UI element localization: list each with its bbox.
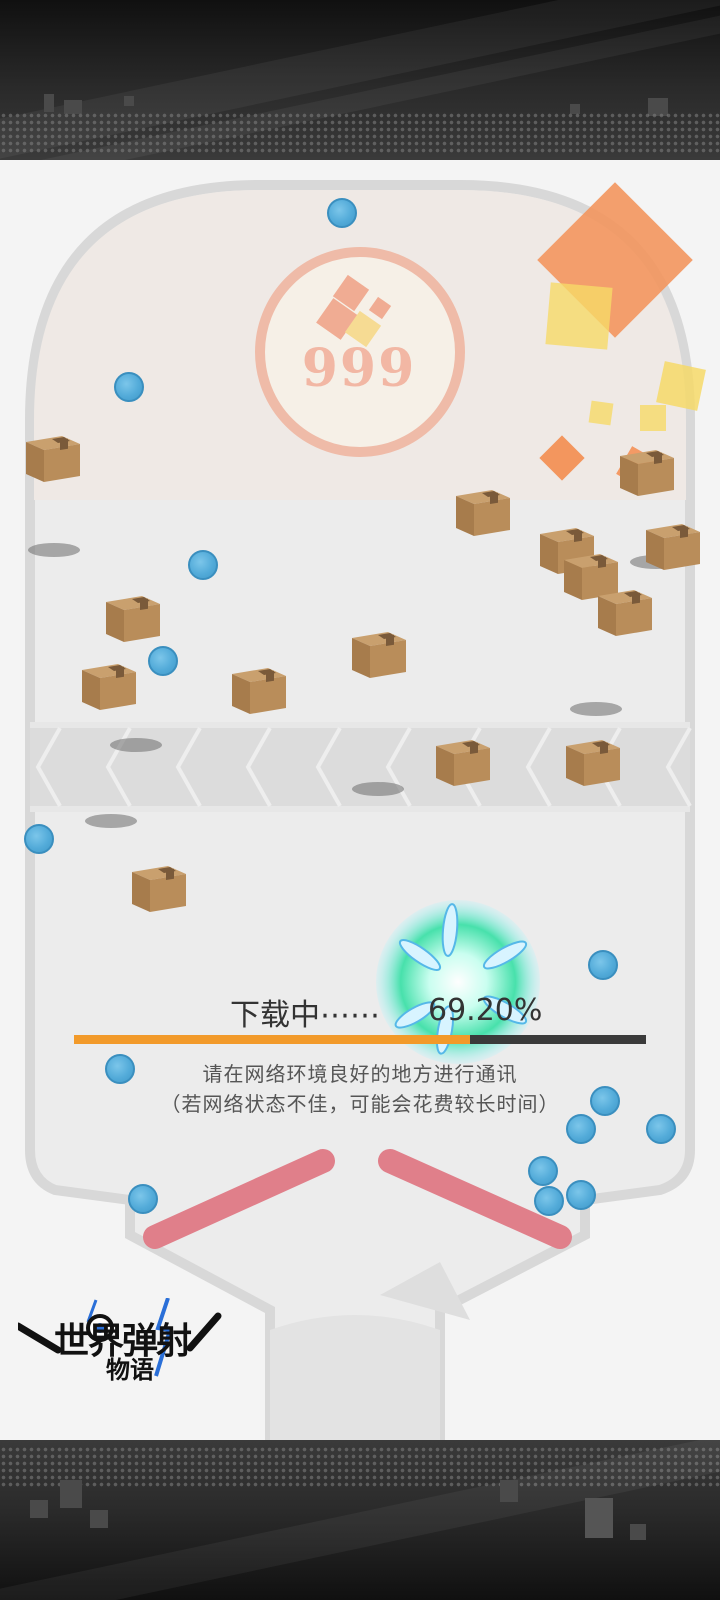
pinball xyxy=(128,1184,158,1214)
download-progress-bar xyxy=(74,1035,646,1044)
game-logo: 世界弹射 物语 xyxy=(18,1298,233,1393)
cardboard-box xyxy=(562,734,624,788)
network-notice-line1: 请在网络环境良好的地方进行通讯 xyxy=(202,1062,518,1086)
pinball xyxy=(566,1180,596,1210)
cardboard-box xyxy=(22,430,84,484)
network-notice-line2: （若网络状态不佳，可能会花费较长时间） xyxy=(160,1092,560,1116)
pinball xyxy=(114,372,144,402)
cardboard-box xyxy=(348,626,410,680)
download-progress-fill xyxy=(74,1035,470,1044)
cardboard-box xyxy=(228,662,290,716)
cardboard-box xyxy=(128,860,190,914)
pinball xyxy=(588,950,618,980)
cardboard-box xyxy=(642,518,704,572)
cardboard-box xyxy=(616,444,678,498)
pinball xyxy=(188,550,218,580)
download-percent: 69.20% xyxy=(428,993,543,1028)
pinball xyxy=(148,646,178,676)
download-status-label: 下载中⋯⋯ xyxy=(230,998,380,1033)
pinball xyxy=(327,198,357,228)
cardboard-box xyxy=(594,584,656,638)
logo-subtitle: 物语 xyxy=(106,1356,154,1384)
pinball xyxy=(566,1114,596,1144)
cardboard-box xyxy=(78,658,140,712)
pinball xyxy=(534,1186,564,1216)
bottom-decor-band xyxy=(0,1440,720,1600)
pinball xyxy=(528,1156,558,1186)
cardboard-box xyxy=(432,734,494,788)
score-counter: 999 xyxy=(301,338,417,399)
cardboard-box xyxy=(102,590,164,644)
cardboard-box xyxy=(452,484,514,538)
loading-screen: 999 下载中⋯⋯ 69.20% 请在网络环境良好的地方进行通讯 （若网络状态不… xyxy=(0,0,720,1600)
pinball xyxy=(646,1114,676,1144)
pinball xyxy=(24,824,54,854)
